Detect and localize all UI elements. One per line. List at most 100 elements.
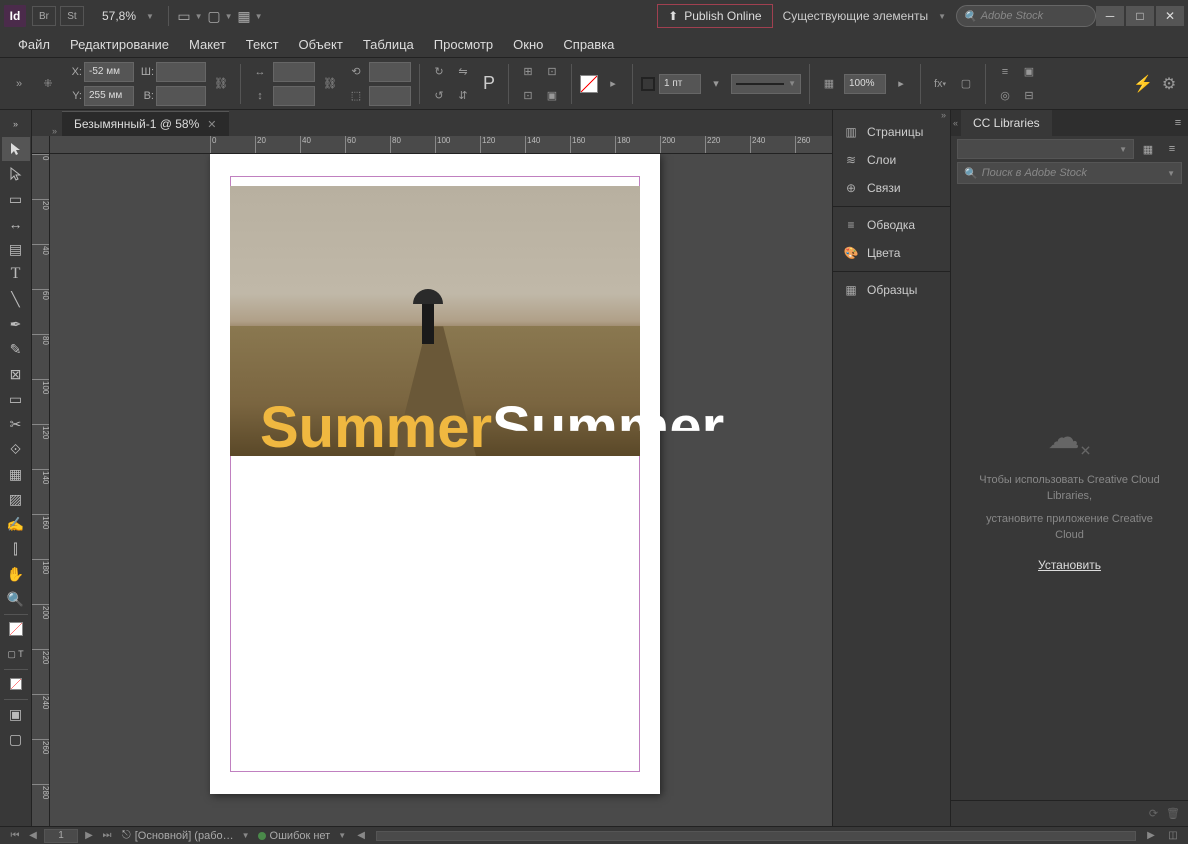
text-wrap-jump-icon[interactable]: ⊟ — [1018, 86, 1040, 106]
close-button[interactable]: ✕ — [1156, 6, 1184, 26]
gap-tool[interactable]: ↔ — [2, 212, 30, 236]
pen-tool[interactable]: ✒ — [2, 312, 30, 336]
library-dropdown[interactable]: ▼ — [957, 139, 1134, 159]
fill-frame-icon[interactable]: ▣ — [541, 86, 563, 106]
menu-edit[interactable]: Редактирование — [60, 33, 179, 56]
fill-dropdown-icon[interactable]: ▸ — [602, 74, 624, 94]
link-scale-icon[interactable]: ⛓ — [319, 74, 341, 94]
expand-control-icon[interactable]: » — [8, 74, 30, 94]
view-mode-normal-icon[interactable]: ▣ — [2, 702, 30, 726]
rotate-ccw-icon[interactable]: ↺ — [428, 86, 450, 106]
drop-shadow-icon[interactable]: ▢ — [955, 74, 977, 94]
y-input[interactable]: 255 мм — [84, 86, 134, 106]
existing-elements-dropdown[interactable]: Существующие элементы ▼ — [773, 5, 956, 27]
stock-button[interactable]: St — [60, 6, 84, 26]
master-page-indicator[interactable]: ⎋ [Основной] (рабо… ▼ — [122, 829, 250, 842]
pasteboard[interactable]: Summer Summer — [50, 154, 832, 826]
publish-online-button[interactable]: ⬆ Publish Online — [657, 4, 772, 28]
bridge-button[interactable]: Br — [32, 6, 56, 26]
list-view-icon[interactable]: ≡ — [1162, 139, 1182, 159]
rotate-cw-icon[interactable]: ↻ — [428, 62, 450, 82]
selection-tool[interactable] — [2, 137, 30, 161]
first-page-button[interactable]: ⏮ — [8, 829, 22, 843]
eyedropper-tool[interactable]: ⫿ — [2, 537, 30, 561]
rectangle-tool[interactable]: ▭ — [2, 387, 30, 411]
panel-swatches[interactable]: ▦Образцы — [833, 276, 950, 304]
horizontal-ruler[interactable]: 020406080100120140160180200220240260280 — [50, 136, 832, 154]
panel-stroke[interactable]: ≡Обводка — [833, 211, 950, 239]
menu-table[interactable]: Таблица — [353, 33, 424, 56]
menu-window[interactable]: Окно — [503, 33, 553, 56]
text-wrap-bbox-icon[interactable]: ▣ — [1018, 62, 1040, 82]
fill-stroke-swatch[interactable] — [2, 617, 30, 641]
reset-transform-icon[interactable]: P — [478, 74, 500, 94]
flip-h-icon[interactable]: ⇋ — [452, 62, 474, 82]
scale-x-input[interactable] — [273, 62, 315, 82]
menu-file[interactable]: Файл — [8, 33, 60, 56]
opacity-input[interactable]: 100% — [844, 74, 886, 94]
view-options-icon[interactable]: ▭▼ — [177, 4, 203, 28]
panel-layers[interactable]: ≋Слои — [833, 146, 950, 174]
text-frame[interactable]: Summer Summer — [260, 399, 492, 457]
expand-tools-icon[interactable]: » — [2, 112, 30, 136]
cc-search-input[interactable]: 🔍 Поиск в Adobe Stock ▼ — [957, 162, 1182, 184]
stroke-swatch[interactable] — [641, 77, 655, 91]
maximize-button[interactable]: □ — [1126, 6, 1154, 26]
scissors-tool[interactable]: ✂ — [2, 412, 30, 436]
text-wrap-none-icon[interactable]: ≡ — [994, 62, 1016, 82]
panel-menu-icon[interactable]: ≡ — [1168, 113, 1188, 133]
expand-tab-icon[interactable]: » — [52, 126, 62, 136]
hand-tool[interactable]: ✋ — [2, 562, 30, 586]
flip-v-icon[interactable]: ⇵ — [452, 86, 474, 106]
ruler-origin[interactable] — [32, 136, 50, 154]
stroke-dropdown-icon[interactable]: ▾ — [705, 74, 727, 94]
type-tool[interactable]: T — [2, 262, 30, 286]
minimize-button[interactable]: ─ — [1096, 6, 1124, 26]
panel-links[interactable]: ⊕Связи — [833, 174, 950, 202]
close-tab-icon[interactable]: ✕ — [207, 118, 216, 131]
reference-point-icon[interactable]: ⁜ — [34, 74, 62, 94]
canvas-viewport[interactable]: 020406080100120140160180200220240260280 … — [32, 136, 832, 826]
cc-libraries-tab[interactable]: CC Libraries — [961, 110, 1052, 136]
grid-view-icon[interactable]: ▦ — [1138, 139, 1158, 159]
horizontal-scrollbar[interactable] — [376, 831, 1136, 841]
vertical-ruler[interactable]: 020406080100120140160180200220240260280 — [32, 154, 50, 826]
shear-input[interactable] — [369, 86, 411, 106]
trash-icon[interactable]: 🗑 — [1166, 807, 1180, 820]
menu-layout[interactable]: Макет — [179, 33, 236, 56]
document-page[interactable]: Summer Summer — [210, 154, 660, 794]
zoom-level[interactable]: 57,8% ▼ — [96, 7, 154, 25]
content-collector-tool[interactable]: ▤ — [2, 237, 30, 261]
constrain-proportions-icon[interactable]: ⛓ — [210, 74, 232, 94]
note-tool[interactable]: ✍ — [2, 512, 30, 536]
rectangle-frame-tool[interactable]: ⊠ — [2, 362, 30, 386]
next-page-button[interactable]: ▶ — [82, 829, 96, 843]
page-number-input[interactable]: 1 — [44, 829, 78, 843]
x-input[interactable]: -52 мм — [84, 62, 134, 82]
fit-content-icon[interactable]: ⊞ — [517, 62, 539, 82]
free-transform-tool[interactable]: ⟐ — [2, 437, 30, 461]
panel-pages[interactable]: ▥Страницы — [833, 118, 950, 146]
default-fill-stroke-icon[interactable] — [2, 672, 30, 696]
control-menu-icon[interactable]: ⚙ — [1158, 74, 1180, 94]
split-view-icon[interactable]: ◫ — [1166, 829, 1180, 843]
page-tool[interactable]: ▭ — [2, 187, 30, 211]
sync-icon[interactable]: ⟳ — [1149, 807, 1158, 820]
menu-help[interactable]: Справка — [553, 33, 624, 56]
fit-frame-icon[interactable]: ⊡ — [541, 62, 563, 82]
screen-mode-icon[interactable]: ▢▼ — [207, 4, 233, 28]
apply-color-icon[interactable]: ▢ T — [2, 642, 30, 666]
arrange-documents-icon[interactable]: ▦▼ — [237, 4, 263, 28]
stroke-style-dropdown[interactable]: ▼ — [731, 74, 801, 94]
view-mode-preview-icon[interactable]: ▢ — [2, 727, 30, 751]
menu-view[interactable]: Просмотр — [424, 33, 503, 56]
dock-expand-icon[interactable]: » — [833, 110, 950, 118]
dock-collapse-icon[interactable]: « — [951, 118, 961, 128]
install-link[interactable]: Установить — [1038, 558, 1101, 572]
scale-y-input[interactable] — [273, 86, 315, 106]
stroke-weight-input[interactable]: 1 пт — [659, 74, 701, 94]
effects-icon[interactable]: fx▾ — [929, 74, 951, 94]
line-tool[interactable]: ╲ — [2, 287, 30, 311]
rotate-input[interactable] — [369, 62, 411, 82]
pencil-tool[interactable]: ✎ — [2, 337, 30, 361]
